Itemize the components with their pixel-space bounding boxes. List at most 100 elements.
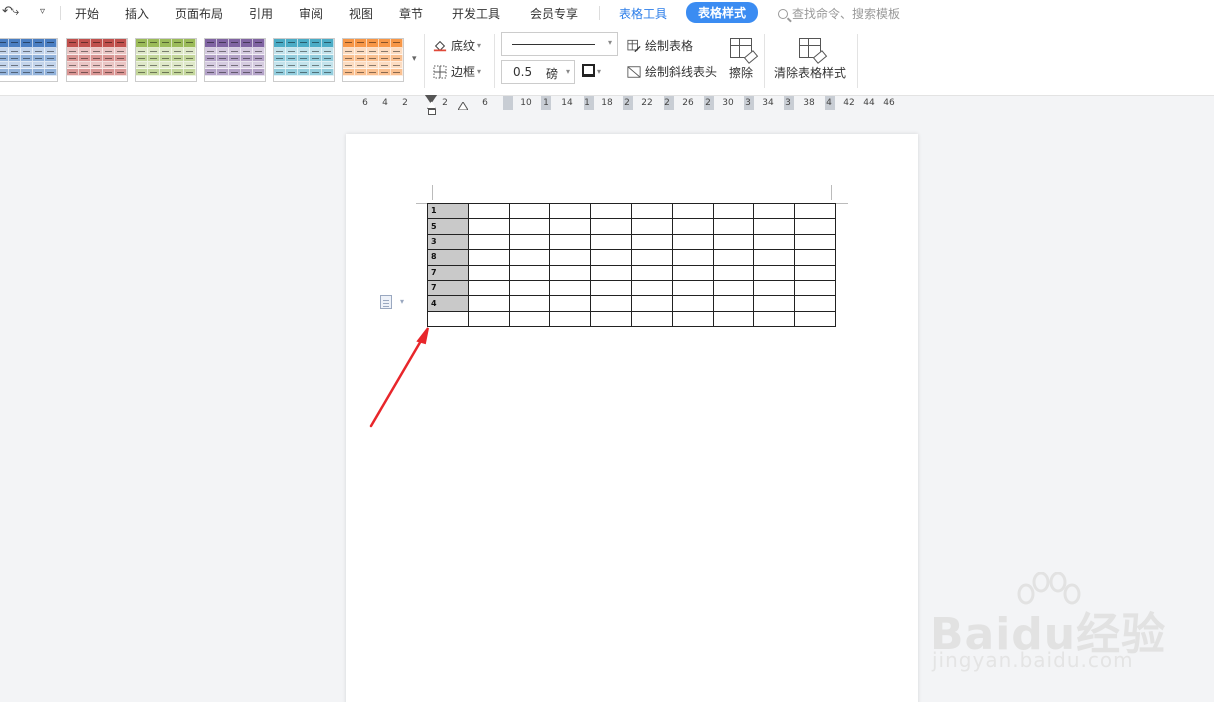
table-cell[interactable] [671, 218, 714, 235]
table-cell[interactable] [590, 264, 632, 281]
table-cell[interactable] [794, 310, 836, 328]
table-cell[interactable] [712, 279, 755, 297]
line-width-select[interactable]: 0.5 磅 ▾ [501, 60, 575, 84]
table-cell[interactable] [467, 310, 510, 328]
table-cell[interactable] [753, 233, 796, 251]
table-cell[interactable] [630, 279, 673, 297]
table-cell[interactable] [630, 264, 673, 281]
table-cell[interactable] [753, 249, 796, 266]
menu-developer[interactable]: 开发工具 [452, 5, 500, 22]
table-cell[interactable] [630, 310, 673, 328]
table-cell[interactable] [590, 279, 632, 297]
table-cell[interactable] [753, 310, 796, 328]
chevron-down-icon[interactable]: ▾ [400, 297, 404, 306]
menu-insert[interactable]: 插入 [125, 5, 149, 22]
draw-diagonal-header-button[interactable]: 绘制斜线表头 [627, 63, 717, 80]
table-cell[interactable] [467, 202, 510, 220]
table-cell[interactable] [508, 218, 551, 235]
table-cell[interactable] [549, 264, 592, 281]
draw-table-button[interactable]: 绘制表格 [627, 37, 693, 54]
table-cell[interactable] [590, 218, 632, 235]
table-cell[interactable] [712, 233, 755, 251]
menu-table-tools[interactable]: 表格工具 [619, 5, 667, 22]
menu-page-layout[interactable]: 页面布局 [175, 5, 223, 22]
table-cell[interactable] [794, 295, 836, 312]
table-cell[interactable] [794, 264, 836, 281]
menu-references[interactable]: 引用 [249, 5, 273, 22]
tab-stop-marker[interactable] [458, 102, 468, 110]
table-cell[interactable] [590, 295, 632, 312]
table-cell[interactable] [467, 218, 510, 235]
menu-home[interactable]: 开始 [75, 5, 99, 22]
menu-view[interactable]: 视图 [349, 5, 373, 22]
table-cell[interactable] [630, 218, 673, 235]
table-cell[interactable]: 3 [427, 233, 469, 251]
table-cell[interactable] [467, 279, 510, 297]
table-style-thumbnail[interactable] [66, 38, 128, 82]
table-cell[interactable] [467, 264, 510, 281]
clear-table-style-button[interactable]: 清除表格样式 [772, 38, 848, 81]
table-cell[interactable] [630, 233, 673, 251]
table-style-thumbnail[interactable] [342, 38, 404, 82]
table-cell[interactable] [508, 279, 551, 297]
table-style-thumbnail[interactable] [204, 38, 266, 82]
table-cell[interactable] [712, 295, 755, 312]
table-cell[interactable] [794, 218, 836, 235]
table-cell[interactable] [671, 295, 714, 312]
table-cell[interactable] [549, 233, 592, 251]
table-cell[interactable] [671, 233, 714, 251]
left-indent-marker[interactable] [428, 109, 436, 115]
document-page[interactable]: 1538774 [346, 134, 918, 702]
table-cell[interactable] [794, 249, 836, 266]
table-cell[interactable]: 1 [427, 202, 469, 220]
table-cell[interactable] [467, 249, 510, 266]
table-style-thumbnail[interactable] [0, 38, 58, 82]
table-cell[interactable] [549, 202, 592, 220]
table-cell[interactable] [753, 279, 796, 297]
menu-member[interactable]: 会员专享 [530, 5, 578, 22]
table-cell[interactable] [671, 249, 714, 266]
table-cell[interactable] [590, 310, 632, 328]
quick-access-more-icon[interactable]: ▿ [40, 6, 45, 17]
table-cell[interactable]: 8 [427, 249, 469, 266]
table-cell[interactable] [753, 202, 796, 220]
table-cell[interactable] [549, 249, 592, 266]
menu-section[interactable]: 章节 [399, 5, 423, 22]
table-cell[interactable] [671, 279, 714, 297]
table-cell[interactable] [508, 310, 551, 328]
table-cell[interactable]: 7 [427, 264, 469, 281]
ruler-column-marker[interactable] [503, 96, 513, 110]
table-cell[interactable]: 5 [427, 218, 469, 235]
line-style-select[interactable]: ▾ [501, 32, 618, 56]
border-button[interactable]: 边框 ▾ [433, 63, 481, 80]
table-style-thumbnail[interactable] [273, 38, 335, 82]
table-cell[interactable] [712, 310, 755, 328]
table-cell[interactable] [630, 202, 673, 220]
table-cell[interactable] [671, 310, 714, 328]
table-cell[interactable] [753, 264, 796, 281]
table-cell[interactable] [508, 202, 551, 220]
table-cell[interactable] [467, 233, 510, 251]
table-cell[interactable]: 4 [427, 295, 469, 312]
table-cell[interactable] [712, 249, 755, 266]
menu-review[interactable]: 审阅 [299, 5, 323, 22]
table-cell[interactable] [590, 249, 632, 266]
gallery-expand-icon[interactable]: ▾ [412, 54, 417, 64]
table-cell[interactable] [590, 202, 632, 220]
horizontal-ruler[interactable]: 6 4 2 2 6 10 1 14 1 18 2 22 2 26 2 30 3 34 3 38 4 42 44 46 [0, 95, 1214, 118]
table-cell[interactable] [508, 249, 551, 266]
table-cell[interactable] [794, 279, 836, 297]
table-cell[interactable] [508, 295, 551, 312]
redo-icon[interactable]: ⤷ [12, 4, 19, 19]
eraser-button[interactable]: 擦除 [727, 38, 759, 81]
document-table[interactable]: 1538774 [427, 202, 836, 328]
table-cell[interactable] [549, 279, 592, 297]
table-cell[interactable] [794, 202, 836, 220]
table-cell[interactable] [712, 264, 755, 281]
table-cell[interactable] [753, 218, 796, 235]
table-cell[interactable]: 7 [427, 279, 469, 297]
table-cell[interactable] [508, 264, 551, 281]
table-cell[interactable] [549, 310, 592, 328]
table-style-thumbnail[interactable] [135, 38, 197, 82]
table-cell[interactable] [671, 202, 714, 220]
